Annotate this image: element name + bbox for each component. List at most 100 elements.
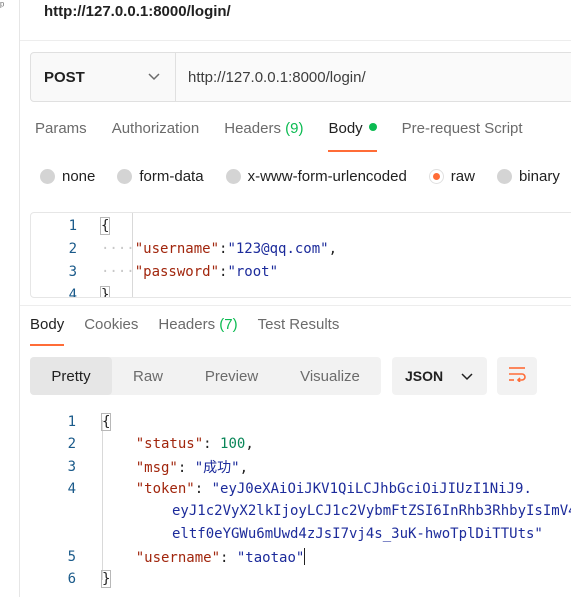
code-text: ····"password":"root" <box>101 264 279 280</box>
headers-count: (9) <box>285 120 304 137</box>
radio-binary[interactable]: binary <box>496 168 560 185</box>
request-body-editor[interactable]: 1 { 2 ····"username":"123@qq.com", 3 ···… <box>30 212 571 298</box>
wrap-lines-icon <box>507 366 527 387</box>
code-line-wrap: eyJ1c2VyX2lkIjoyLCJ1c2VybmFtZSI6InRhb3Rh… <box>30 499 571 522</box>
code-line: 1 { <box>31 215 571 237</box>
code-text: "msg": "成功", <box>135 459 249 476</box>
tab-label: Test Results <box>257 316 340 333</box>
code-line: 3 "msg": "成功", <box>30 455 571 478</box>
view-pretty-button[interactable]: Pretty <box>30 357 112 395</box>
code-line: 6 } <box>30 567 571 590</box>
tab-test-results[interactable]: Test Results <box>258 316 340 346</box>
line-number: 2 <box>68 241 77 257</box>
radio-urlencoded[interactable]: x-www-form-urlencoded <box>225 168 407 185</box>
response-divider <box>20 305 571 306</box>
radio-label: binary <box>518 168 560 185</box>
tab-body[interactable]: Body <box>328 120 377 152</box>
open-brace: { <box>100 412 112 431</box>
radio-label: raw <box>450 168 475 185</box>
line-number: 2 <box>67 435 76 452</box>
request-tabs: Params Authorization Headers (9) Body Pr… <box>35 120 548 152</box>
json-string: "taotao" <box>236 549 305 566</box>
format-select[interactable]: JSON <box>392 357 487 395</box>
headers-count: (7) <box>219 316 238 333</box>
tab-response-headers[interactable]: Headers (7) <box>158 316 237 346</box>
tab-label: Pre-request Script <box>401 120 523 137</box>
code-text: ····"username":"123@qq.com", <box>101 241 338 257</box>
method-select[interactable]: POST <box>31 53 176 101</box>
token-continuation: eltf0eYGWu6mUwd4zJsI7vj4s_3uK-hwoTplDiTT… <box>172 525 543 542</box>
header-divider <box>20 40 571 41</box>
response-body-viewer[interactable]: 1 { 2 "status": 100, 3 "msg": "成功", 4 "t… <box>30 410 571 597</box>
line-number: 4 <box>67 480 76 497</box>
tab-label: Cookies <box>84 316 139 333</box>
view-visualize-button[interactable]: Visualize <box>279 357 381 395</box>
close-brace: } <box>99 286 111 297</box>
wrap-lines-button[interactable] <box>497 357 537 395</box>
tab-label: Params <box>35 120 87 137</box>
tab-label: Headers <box>158 316 216 333</box>
tab-pre-request-script[interactable]: Pre-request Script <box>402 120 523 152</box>
json-number: 100 <box>220 435 246 452</box>
radio-raw[interactable]: raw <box>428 168 475 185</box>
code-line: 2 ····"username":"123@qq.com", <box>31 238 571 260</box>
json-key: "status" <box>135 435 204 452</box>
json-string: "123@qq.com" <box>227 241 329 257</box>
line-number: 5 <box>67 548 76 565</box>
text-cursor <box>304 547 306 565</box>
radio-label: none <box>62 168 96 185</box>
view-mode-switch: Pretty Raw Preview Visualize <box>30 357 381 395</box>
tab-params[interactable]: Params <box>35 120 87 152</box>
radio-form-data[interactable]: form-data <box>117 168 204 185</box>
tab-label: Headers <box>224 120 281 137</box>
radio-label: x-www-form-urlencoded <box>247 168 407 185</box>
tab-cookies[interactable]: Cookies <box>84 316 138 346</box>
line-number: 6 <box>67 570 76 587</box>
json-key: "msg" <box>135 459 178 476</box>
body-indicator-dot <box>368 123 377 131</box>
json-key: "password" <box>134 264 220 280</box>
radio-circle <box>496 169 512 184</box>
chevron-down-icon <box>461 368 473 384</box>
json-string: "eyJ0eXAiOiJKV1QiLCJhbGciOiJIUzI1NiJ9. <box>211 480 532 497</box>
tab-response-body[interactable]: Body <box>30 316 65 346</box>
code-line: 4 "token": "eyJ0eXAiOiJKV1QiLCJhbGciOiJI… <box>30 477 571 500</box>
url-input[interactable]: http://127.0.0.1:8000/login/ <box>176 53 571 101</box>
radio-circle-selected <box>428 169 444 184</box>
radio-circle <box>117 169 133 184</box>
radio-label: form-data <box>139 168 204 185</box>
line-number: 1 <box>67 413 76 430</box>
open-brace: { <box>99 217 111 235</box>
method-label: POST <box>44 68 85 86</box>
json-key: "username" <box>135 549 221 566</box>
request-title[interactable]: http://127.0.0.1:8000/login/ <box>44 3 231 20</box>
tab-label: Body <box>30 316 65 333</box>
line-number: 4 <box>68 287 77 298</box>
view-preview-button[interactable]: Preview <box>184 357 279 395</box>
format-label: JSON <box>405 368 444 384</box>
code-line: 3 ····"password":"root" <box>31 261 571 283</box>
json-string: "root" <box>227 264 279 280</box>
chevron-down-icon <box>147 70 161 84</box>
line-number: 1 <box>68 218 77 234</box>
url-bar: POST http://127.0.0.1:8000/login/ <box>30 52 571 102</box>
radio-none[interactable]: none <box>40 168 95 185</box>
json-key: "username" <box>134 241 220 257</box>
line-number: 3 <box>67 458 76 475</box>
tab-authorization[interactable]: Authorization <box>112 120 200 152</box>
token-continuation: eyJ1c2VyX2lkIjoyLCJ1c2VybmFtZSI6InRhb3Rh… <box>172 502 571 519</box>
tab-headers[interactable]: Headers (9) <box>224 120 303 152</box>
code-text: "username": "taotao" <box>135 547 306 566</box>
view-raw-button[interactable]: Raw <box>112 357 184 395</box>
tab-label: Body <box>328 120 363 137</box>
code-line-wrap: eltf0eYGWu6mUwd4zJsI7vj4s_3uK-hwoTplDiTT… <box>30 522 571 545</box>
radio-circle <box>225 169 241 184</box>
response-tabs: Body Cookies Headers (7) Test Results <box>30 316 359 346</box>
code-line: 2 "status": 100, <box>30 432 571 455</box>
body-type-options: none form-data x-www-form-urlencoded raw… <box>40 168 571 185</box>
json-string: "成功" <box>194 459 240 476</box>
radio-circle <box>40 169 55 184</box>
code-line: 5 "username": "taotao" <box>30 545 571 568</box>
code-text: "token": "eyJ0eXAiOiJKV1QiLCJhbGciOiJIUz… <box>135 480 532 497</box>
code-line: 4 } <box>31 284 571 298</box>
